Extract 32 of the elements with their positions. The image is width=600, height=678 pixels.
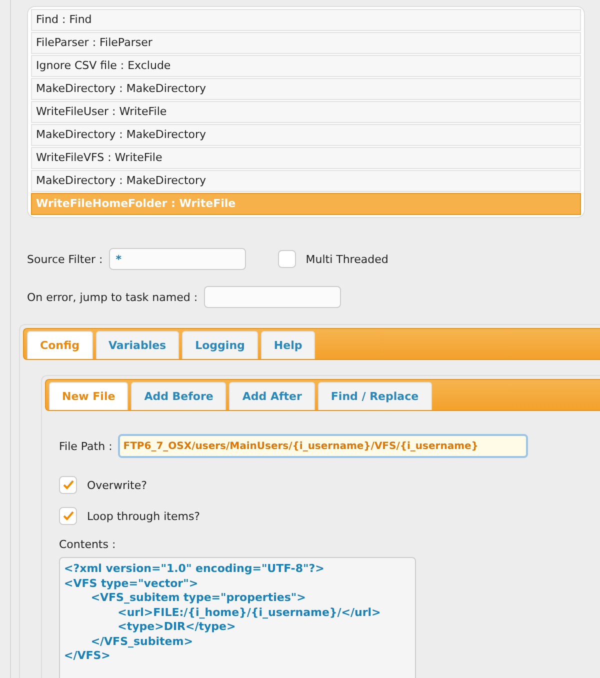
option-checkbox[interactable] bbox=[59, 476, 77, 494]
task-name-field[interactable] bbox=[204, 286, 341, 308]
checkmark-icon bbox=[62, 480, 74, 490]
tab[interactable]: Variables bbox=[96, 331, 180, 359]
task-item[interactable]: Find : Find bbox=[31, 9, 581, 31]
task-item[interactable]: Ignore CSV file : Exclude bbox=[31, 55, 581, 77]
task-item[interactable]: WriteFileVFS : WriteFile bbox=[31, 147, 581, 169]
tab[interactable]: Config bbox=[27, 331, 92, 359]
task-item[interactable]: MakeDirectory : MakeDirectory bbox=[31, 78, 581, 100]
source-filter-field[interactable]: * bbox=[108, 248, 246, 270]
option-checkbox[interactable] bbox=[59, 507, 77, 525]
task-item[interactable]: FileParser : FileParser bbox=[31, 32, 581, 54]
contents-label: Contents : bbox=[59, 538, 116, 551]
contents-field[interactable]: <?xml version="1.0" encoding="UTF-8"?> <VFS type="vector"> <VFS_subitem type="properties"> <url>FILE:/{i_home}/{i_username}/</url> <type>DIR</type> </VFS_subitem> </VFS> bbox=[59, 557, 416, 678]
multi-threaded-label: Multi Threaded bbox=[306, 252, 388, 266]
tab[interactable]: Add After bbox=[229, 382, 315, 410]
option-label: Overwrite? bbox=[87, 478, 147, 492]
source-filter-label: Source Filter : bbox=[27, 252, 103, 266]
on-error-label: On error, jump to task named : bbox=[27, 290, 198, 304]
tab[interactable]: New File bbox=[49, 382, 128, 410]
file-path-label: File Path : bbox=[59, 440, 112, 452]
file-path-field[interactable]: FTP6_7_OSX/users/MainUsers/{i_username}/VFS/{i_username} bbox=[118, 434, 528, 458]
multi-threaded-checkbox[interactable] bbox=[278, 250, 296, 268]
checkmark-icon bbox=[62, 511, 74, 521]
option-label: Loop through items? bbox=[87, 510, 200, 522]
task-item[interactable]: MakeDirectory : MakeDirectory bbox=[31, 124, 581, 146]
tab[interactable]: Help bbox=[260, 331, 316, 359]
task-item[interactable]: MakeDirectory : MakeDirectory bbox=[31, 170, 581, 192]
task-item[interactable]: WriteFileUser : WriteFile bbox=[31, 101, 581, 123]
tab[interactable]: Find / Replace bbox=[318, 382, 432, 410]
tab[interactable]: Logging bbox=[182, 331, 258, 359]
tab[interactable]: Add Before bbox=[131, 382, 226, 410]
